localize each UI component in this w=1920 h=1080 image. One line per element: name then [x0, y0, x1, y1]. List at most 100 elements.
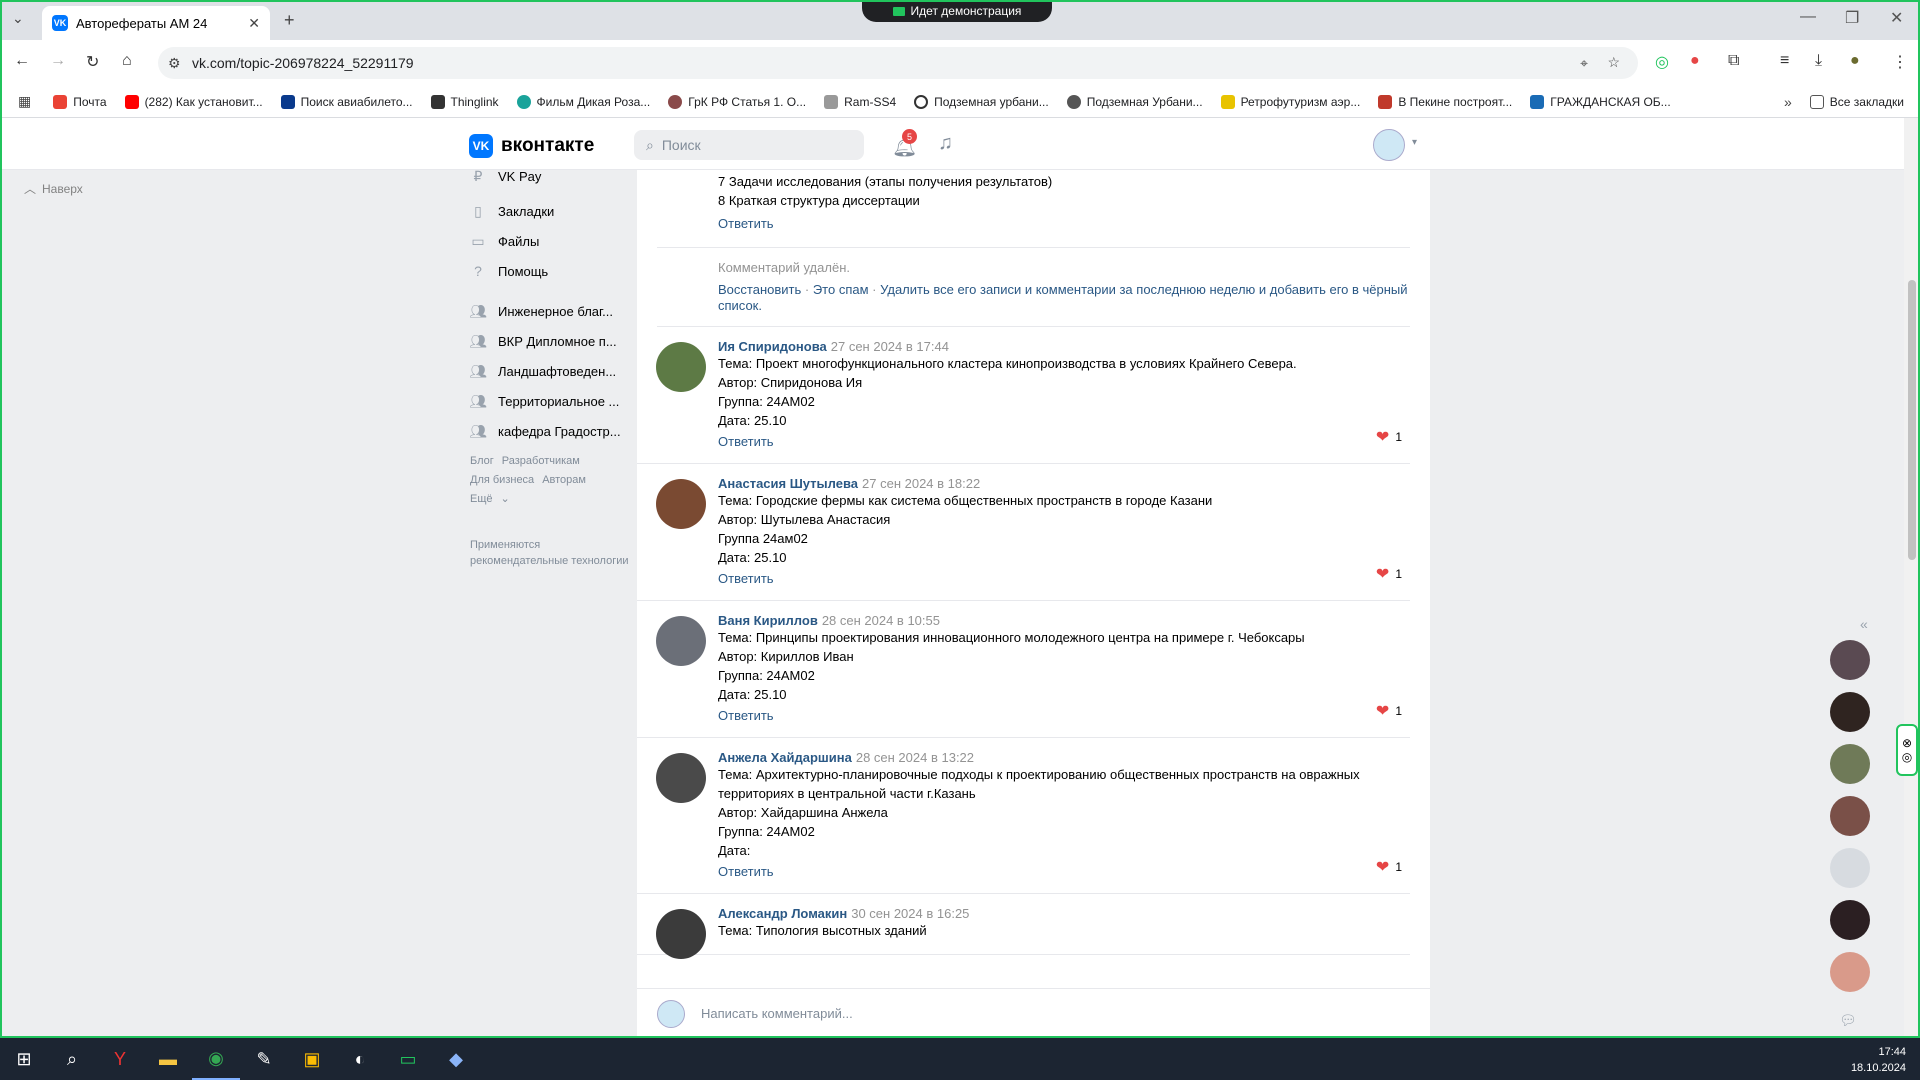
sidebar-group-item[interactable]: 👥︎ ВКР Дипломное п...	[470, 326, 630, 356]
extension-icon[interactable]: ◎	[1655, 52, 1669, 72]
home-icon[interactable]: ⌂	[122, 52, 132, 70]
reply-link[interactable]: Ответить	[718, 708, 1390, 723]
close-tab-icon[interactable]: ✕	[248, 15, 260, 32]
chat-avatar[interactable]	[1830, 848, 1870, 888]
comment-avatar[interactable]	[656, 909, 706, 959]
like-button[interactable]: ❤ 1	[1376, 564, 1402, 584]
bookmark-item[interactable]: ГРАЖДАНСКАЯ ОБ...	[1530, 94, 1671, 109]
sidebar-group-item[interactable]: 👥︎ Инженерное благ...	[470, 296, 630, 326]
comment-author[interactable]: Анастасия Шутылева	[718, 476, 858, 491]
all-bookmarks[interactable]: Все закладки	[1809, 94, 1904, 109]
spam-link[interactable]: Это спам	[813, 282, 869, 297]
apps-grid-icon[interactable]: ▦	[18, 93, 31, 110]
footer-link-blog[interactable]: Блог	[470, 455, 494, 467]
comment-date[interactable]: 30 сен 2024 в 16:25	[851, 906, 969, 921]
bookmark-item[interactable]: Подземная Урбани...	[1066, 94, 1203, 109]
reload-icon[interactable]: ↻	[86, 52, 99, 72]
comment-date[interactable]: 28 сен 2024 в 13:22	[856, 750, 974, 765]
minimize-icon[interactable]: —	[1800, 8, 1816, 26]
site-info-icon[interactable]: ⚙	[168, 55, 181, 72]
chevron-down-icon[interactable]: ▾	[1412, 137, 1417, 148]
windows-start-icon[interactable]: ⊞	[0, 1038, 48, 1080]
like-button[interactable]: ❤ 1	[1376, 427, 1402, 447]
profile-icon[interactable]: ●	[1850, 52, 1860, 70]
restore-link[interactable]: Восстановить	[718, 282, 801, 297]
music-icon[interactable]: ♫	[938, 132, 953, 155]
like-button[interactable]: ❤ 1	[1376, 857, 1402, 877]
yandex-browser-icon[interactable]: Y	[96, 1038, 144, 1080]
vk-logo[interactable]: VK вконтакте	[469, 134, 594, 158]
comment-date[interactable]: 28 сен 2024 в 10:55	[822, 613, 940, 628]
sidebar-group-item[interactable]: 👥︎ Территориальное ...	[470, 386, 630, 416]
extensions-puzzle-icon[interactable]: ⧉	[1728, 52, 1739, 70]
chat-avatar[interactable]	[1830, 640, 1870, 680]
sidebar-item-bookmarks[interactable]: ▯ Закладки	[470, 196, 630, 226]
comment-avatar[interactable]	[656, 616, 706, 666]
comment-avatar[interactable]	[656, 479, 706, 529]
calendar-icon[interactable]: ▣	[288, 1038, 336, 1080]
chat-avatar[interactable]	[1830, 796, 1870, 836]
bookmark-item[interactable]: Фильм Дикая Роза...	[516, 94, 650, 109]
footer-link-developers[interactable]: Разработчикам	[502, 455, 580, 467]
chat-avatar[interactable]	[1830, 744, 1870, 784]
reply-link[interactable]: Ответить	[718, 864, 1390, 879]
comment-avatar[interactable]	[656, 753, 706, 803]
bookmark-item[interactable]: Почта	[53, 94, 107, 109]
restore-icon[interactable]: ❐	[1845, 8, 1859, 28]
comment-author[interactable]: Ваня Кириллов	[718, 613, 818, 628]
address-bar[interactable]: ⚙ vk.com/topic-206978224_52291179 ⌖ ☆	[158, 47, 1638, 79]
scroll-up-button[interactable]: ︿ Наверх	[24, 180, 83, 197]
tab-search-icon[interactable]: ⌄	[12, 10, 24, 27]
reply-link[interactable]: Ответить	[718, 571, 1390, 586]
reply-link[interactable]: Ответить	[718, 434, 1390, 449]
sidebar-group-item[interactable]: 👥︎ Ландшафтоведен...	[470, 356, 630, 386]
scrollbar-thumb[interactable]	[1908, 280, 1916, 560]
bookmark-item[interactable]: Ram-SS4	[824, 94, 896, 109]
recorder-icon[interactable]: ▭	[384, 1038, 432, 1080]
comment-date[interactable]: 27 сен 2024 в 18:22	[862, 476, 980, 491]
page-scrollbar[interactable]	[1904, 118, 1920, 1038]
share-controls[interactable]: ⊗ ◎	[1896, 724, 1918, 776]
search-input[interactable]: ⌕ Поиск	[634, 130, 864, 160]
bookmark-item[interactable]: Ретрофутуризм аэр...	[1220, 94, 1360, 109]
footer-link-authors[interactable]: Авторам	[542, 474, 586, 486]
like-button[interactable]: ❤ 1	[1376, 701, 1402, 721]
extension-badge-icon[interactable]: ●	[1690, 52, 1700, 70]
location-icon[interactable]: ⌖	[1580, 55, 1588, 72]
chat-bubble-icon[interactable]: 💬︎	[1839, 1012, 1857, 1029]
sidebar-group-item[interactable]: 👥︎ кафедра Градостр...	[470, 416, 630, 446]
comment-avatar[interactable]	[656, 342, 706, 392]
chat-avatar[interactable]	[1830, 900, 1870, 940]
stop-share-icon[interactable]: ⊗	[1902, 736, 1912, 750]
chat-avatar[interactable]	[1830, 952, 1870, 992]
comment-author[interactable]: Ия Спиридонова	[718, 339, 827, 354]
collapse-chats-icon[interactable]: «	[1860, 616, 1868, 632]
footer-link-business[interactable]: Для бизнеса	[470, 474, 534, 486]
bookmark-item[interactable]: Подземная урбани...	[914, 94, 1049, 109]
comment-date[interactable]: 27 сен 2024 в 17:44	[831, 339, 949, 354]
file-explorer-icon[interactable]: ▬	[144, 1038, 192, 1080]
more-bookmarks-icon[interactable]: »	[1784, 94, 1792, 110]
bookmark-item[interactable]: ГрК РФ Статья 1. О...	[668, 94, 806, 109]
chrome-icon[interactable]: ◉	[192, 1038, 240, 1080]
pen-app-icon[interactable]: ✎	[240, 1038, 288, 1080]
search-icon[interactable]: ⌕	[48, 1038, 96, 1080]
sidebar-item-vkpay[interactable]: ₽ VK Pay	[470, 166, 630, 186]
chat-avatar[interactable]	[1830, 692, 1870, 732]
bookmark-item[interactable]: (282) Как установит...	[124, 94, 263, 109]
comment-author[interactable]: Анжела Хайдаршина	[718, 750, 852, 765]
system-clock[interactable]: 17:44 18.10.2024	[1851, 1044, 1906, 1076]
sidebar-item-files[interactable]: ▭ Файлы	[470, 226, 630, 256]
bookmark-item[interactable]: Поиск авиабилето...	[280, 94, 413, 109]
comment-input[interactable]: Написать комментарий...	[701, 1006, 853, 1021]
profile-avatar[interactable]	[1373, 129, 1405, 161]
app-icon[interactable]: ◆	[432, 1038, 480, 1080]
obs-icon[interactable]: ◐	[336, 1038, 384, 1080]
comment-author[interactable]: Александр Ломакин	[718, 906, 847, 921]
share-settings-icon[interactable]: ◎	[1902, 750, 1912, 764]
download-icon[interactable]: ⤓	[1815, 52, 1822, 70]
bookmark-item[interactable]: Thinglink	[430, 94, 499, 109]
forward-icon[interactable]: →	[50, 52, 66, 70]
bookmark-item[interactable]: В Пекине построят...	[1378, 94, 1512, 109]
new-tab-icon[interactable]: +	[284, 10, 295, 31]
